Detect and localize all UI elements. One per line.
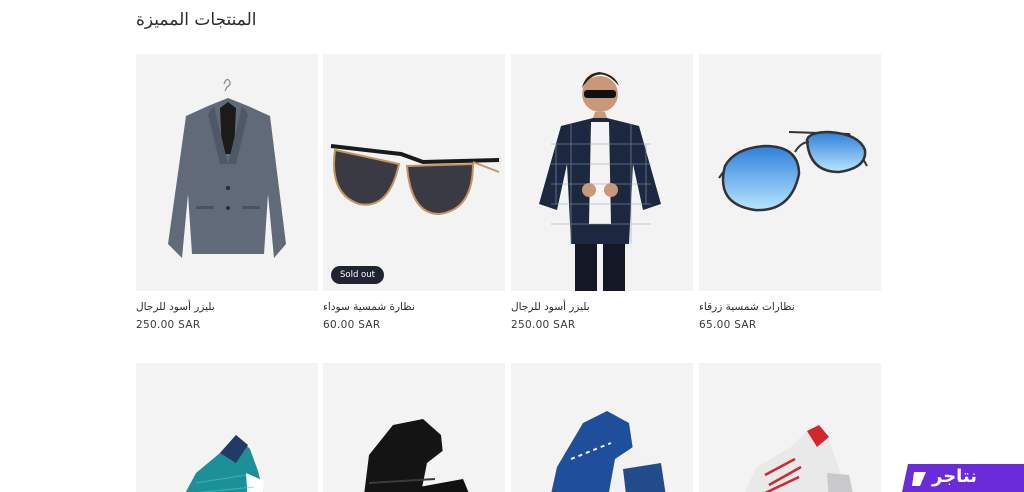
product-image[interactable] [511, 54, 693, 291]
aviator-image [718, 130, 868, 212]
sold-out-badge: Sold out [331, 266, 384, 284]
sneaker-image [364, 419, 469, 492]
product-title[interactable]: بليزر أسود للرجال [511, 300, 693, 314]
product-price: 250.00 SAR [511, 319, 576, 331]
product-image[interactable]: Sold out [323, 54, 505, 291]
product-image[interactable] [699, 54, 881, 291]
product-price: 250.00 SAR [136, 319, 201, 331]
product-card-white-red-sneaker[interactable] [699, 363, 881, 492]
model-image [539, 72, 661, 291]
blazer-image [168, 78, 286, 258]
product-card-black-sneaker[interactable] [323, 363, 505, 492]
product-card-teal-sneaker[interactable] [136, 363, 318, 492]
product-card-black-sunglasses[interactable]: Sold out نظارة شمسية سوداء 60.00 SAR [323, 54, 505, 331]
sneaker-image [551, 411, 666, 492]
product-image[interactable] [136, 363, 318, 492]
product-card-blue-sunglasses[interactable]: نظارات شمسية زرقاء 65.00 SAR [699, 54, 881, 331]
product-price: 60.00 SAR [323, 319, 381, 331]
product-price: 65.00 SAR [699, 319, 757, 331]
brand-logo[interactable]: نتاجر [902, 464, 1024, 492]
section-title: المنتجات المميزة [136, 10, 257, 30]
sneaker-image [744, 425, 853, 492]
brand-name: نتاجر [932, 466, 978, 487]
product-image[interactable] [699, 363, 881, 492]
product-image[interactable] [511, 363, 693, 492]
sunglasses-image [330, 144, 500, 216]
product-image[interactable] [136, 54, 318, 291]
product-card-blue-sneaker[interactable] [511, 363, 693, 492]
product-image[interactable] [323, 363, 505, 492]
product-card-grey-blazer[interactable]: بليزر أسود للرجال 250.00 SAR [136, 54, 318, 331]
product-title[interactable]: بليزر أسود للرجال [136, 300, 318, 314]
product-title[interactable]: نظارات شمسية زرقاء [699, 300, 881, 314]
sneaker-image [185, 435, 264, 492]
product-title[interactable]: نظارة شمسية سوداء [323, 300, 505, 314]
product-card-plaid-blazer[interactable]: بليزر أسود للرجال 250.00 SAR [511, 54, 693, 331]
